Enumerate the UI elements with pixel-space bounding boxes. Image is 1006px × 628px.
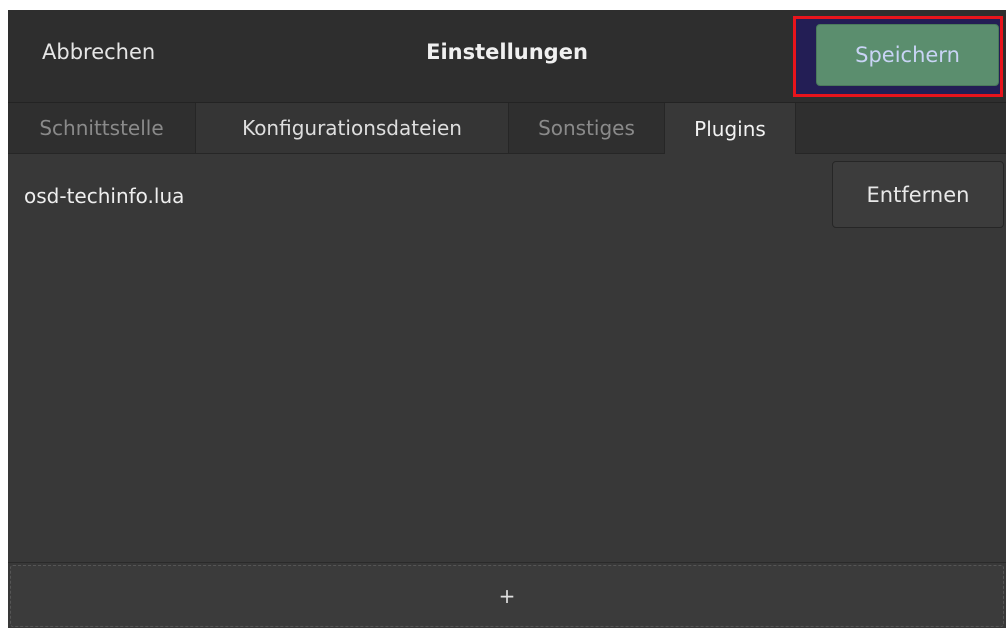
remove-button[interactable]: Entfernen xyxy=(832,161,1004,228)
header-bar: Abbrechen Einstellungen Speichern xyxy=(8,10,1006,103)
tab-misc[interactable]: Sonstiges xyxy=(509,103,664,153)
tab-interface[interactable]: Schnittstelle xyxy=(8,103,195,153)
plugin-name: osd-techinfo.lua xyxy=(24,184,185,208)
settings-window: Abbrechen Einstellungen Speichern Schnit… xyxy=(8,10,1006,628)
cancel-button[interactable]: Abbrechen xyxy=(42,40,155,64)
add-plugin-button[interactable]: + xyxy=(10,565,1004,627)
tab-bar: Schnittstelle Konfigurationsdateien Sons… xyxy=(8,103,1006,154)
tab-plugins[interactable]: Plugins xyxy=(664,103,796,154)
add-bar: + xyxy=(8,562,1006,628)
plugin-list: osd-techinfo.lua Entfernen xyxy=(8,154,1006,562)
tab-config-files[interactable]: Konfigurationsdateien xyxy=(195,103,509,153)
save-button[interactable]: Speichern xyxy=(816,24,999,86)
